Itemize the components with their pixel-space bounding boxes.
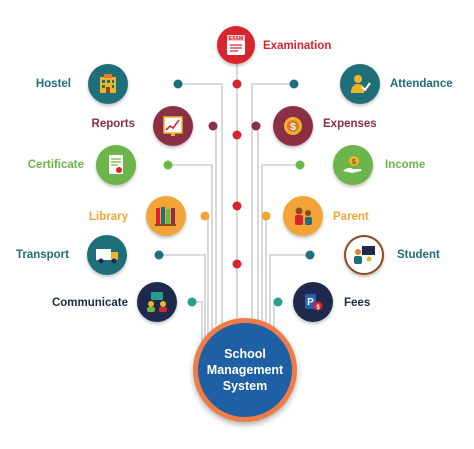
income-connector-dot <box>295 160 305 170</box>
trunk-dot <box>232 201 242 211</box>
student-teacher-icon <box>354 246 375 264</box>
certificate-connector-dot <box>163 160 173 170</box>
hostel-connector-dot <box>173 79 183 89</box>
communicate-people-icon <box>147 292 167 312</box>
library-books-icon <box>155 207 176 226</box>
reports-connector-dot <box>208 121 218 131</box>
reports-label: Reports <box>91 118 135 130</box>
expenses-node: $ <box>273 106 313 146</box>
student-label: Student <box>397 249 440 261</box>
parent-node <box>283 196 323 236</box>
examination-node: EXAM <box>217 26 255 64</box>
fees-payment-icon: P $ <box>305 294 323 311</box>
fees-label: Fees <box>344 297 371 309</box>
hub-title: School Management System <box>206 347 284 393</box>
fees-connector-dot <box>273 297 283 307</box>
attendance-node <box>340 64 380 104</box>
trunk-dot <box>232 79 242 89</box>
hostel-label: Hostel <box>35 78 71 90</box>
fees-node: P $ <box>293 282 333 322</box>
certificate-node <box>96 145 136 185</box>
certificate-icon <box>109 155 123 174</box>
exam-icon: EXAM <box>227 35 245 55</box>
trunk-dot <box>232 130 242 140</box>
parent-label: Parent <box>333 211 369 223</box>
hostel-node <box>88 64 128 104</box>
hostel-building-icon <box>100 74 116 93</box>
transport-truck-icon <box>96 249 118 264</box>
expenses-connector-dot <box>251 121 261 131</box>
attendance-connector-dot <box>289 79 299 89</box>
attendance-person-icon <box>351 75 371 93</box>
reports-node <box>153 106 193 146</box>
transport-label: Transport <box>15 249 69 261</box>
transport-connector-dot <box>154 250 164 260</box>
library-node <box>146 196 186 236</box>
communicate-label: Communicate <box>51 297 128 309</box>
svg-text:EXAM: EXAM <box>229 36 243 42</box>
expenses-coins-icon: $ <box>284 117 302 135</box>
parent-connector-dot <box>261 211 271 221</box>
svg-text:$: $ <box>352 159 356 166</box>
income-money-icon: $ <box>343 156 362 173</box>
student-connector-dot <box>305 250 315 260</box>
income-label: Income <box>385 159 426 171</box>
school-management-system-hub: School Management System <box>193 318 297 422</box>
expenses-label: Expenses <box>323 118 377 130</box>
library-connector-dot <box>200 211 210 221</box>
income-node: $ <box>333 145 373 185</box>
communicate-node <box>137 282 177 322</box>
svg-text:P: P <box>307 297 314 308</box>
trunk-dot <box>232 259 242 269</box>
svg-text:$: $ <box>290 122 296 133</box>
library-label: Library <box>89 211 128 223</box>
communicate-connector-dot <box>187 297 197 307</box>
report-chart-icon <box>163 116 183 136</box>
examination-label: Examination <box>263 40 332 52</box>
certificate-label: Certificate <box>27 159 84 171</box>
attendance-label: Attendance <box>390 78 453 90</box>
student-node <box>344 235 384 275</box>
transport-node <box>87 235 127 275</box>
parent-family-icon <box>295 207 312 225</box>
